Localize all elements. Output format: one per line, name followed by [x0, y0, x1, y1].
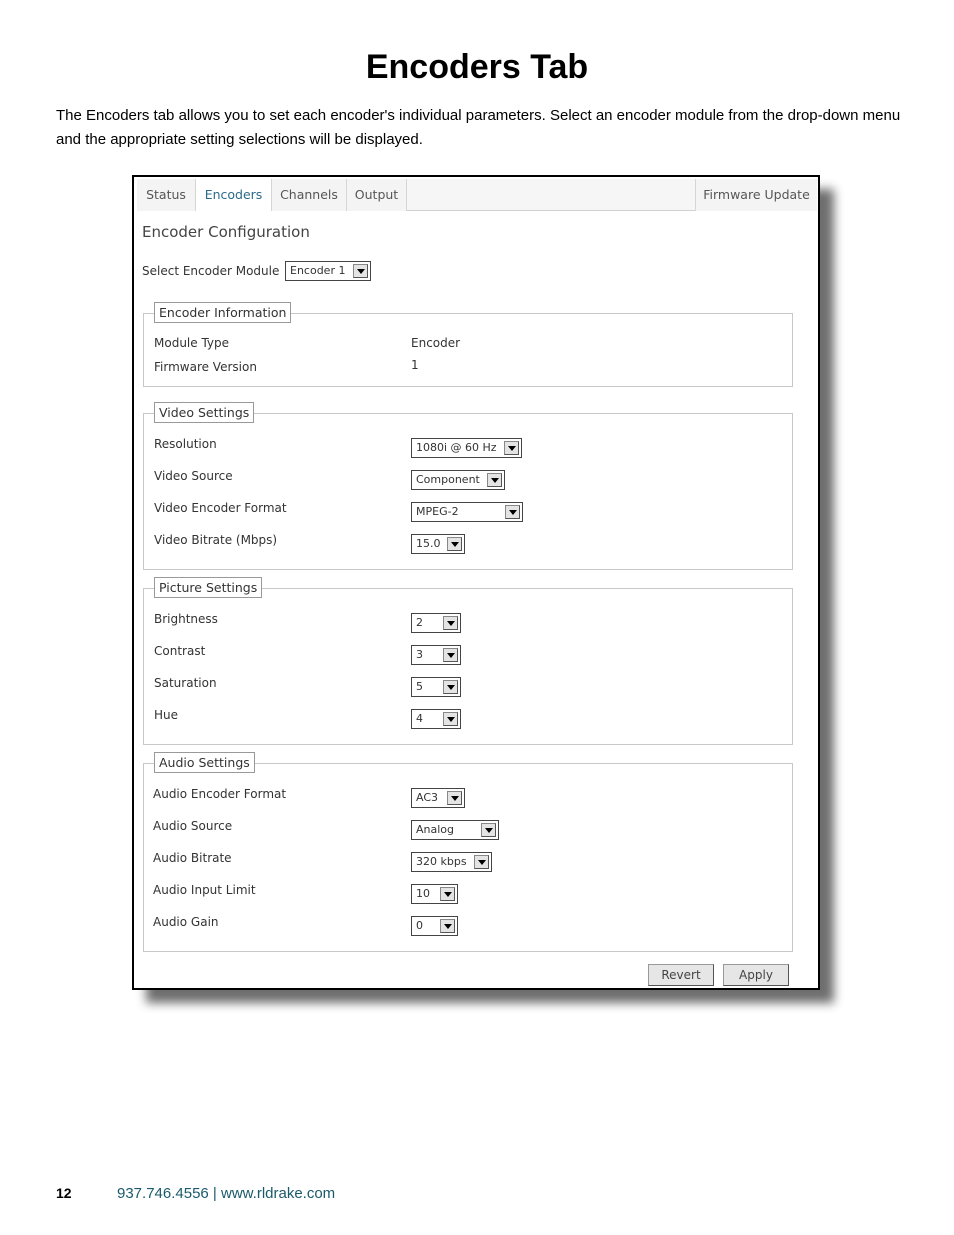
- video-encoder-format-select[interactable]: MPEG-2: [411, 502, 523, 522]
- saturation-label: Saturation: [154, 676, 217, 690]
- hue-select[interactable]: 4: [411, 709, 461, 729]
- apply-button[interactable]: Apply: [723, 964, 789, 986]
- hue-label: Hue: [154, 708, 179, 722]
- chevron-down-icon[interactable]: [443, 648, 458, 662]
- brightness-select[interactable]: 2: [411, 613, 461, 633]
- audio-encoder-format-select[interactable]: AC3: [411, 788, 465, 808]
- brightness-select-value: 2: [416, 616, 423, 629]
- audio-settings-legend: Audio Settings: [154, 752, 255, 773]
- audio-bitrate-select[interactable]: 320 kbps: [411, 852, 492, 872]
- chevron-down-icon[interactable]: [487, 473, 502, 487]
- chevron-down-icon[interactable]: [505, 505, 520, 519]
- encoder-information-legend: Encoder Information: [154, 302, 292, 323]
- screenshot-frame: Status Encoders Channels Output Firmware…: [132, 175, 820, 990]
- audio-bitrate-label: Audio Bitrate: [153, 851, 232, 865]
- contrast-select-value: 3: [416, 648, 423, 661]
- audio-gain-select-value: 0: [416, 919, 423, 932]
- tab-bar: Status Encoders Channels Output Firmware…: [137, 179, 817, 211]
- encoder-module-select[interactable]: Encoder 1: [285, 261, 371, 281]
- chevron-down-icon[interactable]: [440, 919, 455, 933]
- page-number: 12: [56, 1185, 72, 1201]
- video-source-select-value: Component: [416, 473, 480, 486]
- chevron-down-icon[interactable]: [447, 537, 462, 551]
- audio-input-limit-select[interactable]: 10: [411, 884, 458, 904]
- picture-settings-group: Picture Settings Brightness 2 Contrast 3…: [143, 577, 793, 745]
- chevron-down-icon[interactable]: [443, 680, 458, 694]
- chevron-down-icon[interactable]: [504, 441, 519, 455]
- audio-input-limit-select-value: 10: [416, 887, 430, 900]
- resolution-label: Resolution: [154, 437, 217, 451]
- footer-contact: 937.746.4556 | www.rldrake.com: [117, 1185, 336, 1202]
- video-encoder-format-select-value: MPEG-2: [416, 505, 459, 518]
- chevron-down-icon[interactable]: [447, 791, 462, 805]
- video-source-select[interactable]: Component: [411, 470, 505, 490]
- audio-bitrate-select-value: 320 kbps: [416, 855, 467, 868]
- video-bitrate-select[interactable]: 15.0: [411, 534, 465, 554]
- audio-gain-label: Audio Gain: [153, 915, 219, 929]
- select-encoder-module-label: Select Encoder Module: [142, 264, 280, 278]
- video-bitrate-select-value: 15.0: [416, 537, 441, 550]
- audio-source-label: Audio Source: [153, 819, 233, 833]
- tab-firmware-update[interactable]: Firmware Update: [695, 179, 817, 211]
- module-type-value: Encoder: [411, 336, 461, 350]
- resolution-select-value: 1080i @ 60 Hz: [416, 441, 497, 454]
- tab-channels[interactable]: Channels: [272, 179, 347, 211]
- chevron-down-icon[interactable]: [440, 887, 455, 901]
- video-bitrate-label: Video Bitrate (Mbps): [154, 533, 278, 547]
- encoder-configuration-heading: Encoder Configuration: [142, 223, 310, 241]
- audio-gain-select[interactable]: 0: [411, 916, 458, 936]
- tab-encoders[interactable]: Encoders: [196, 179, 272, 211]
- audio-encoder-format-select-value: AC3: [416, 791, 439, 804]
- video-encoder-format-label: Video Encoder Format: [154, 501, 287, 515]
- audio-settings-group: Audio Settings Audio Encoder Format AC3 …: [143, 752, 793, 952]
- module-type-label: Module Type: [154, 336, 230, 350]
- audio-input-limit-label: Audio Input Limit: [153, 883, 256, 897]
- chevron-down-icon[interactable]: [443, 616, 458, 630]
- encoder-information-group: Encoder Information Module Type Encoder …: [143, 302, 793, 387]
- picture-settings-legend: Picture Settings: [154, 577, 263, 598]
- chevron-down-icon[interactable]: [474, 855, 489, 869]
- firmware-version-value: 1: [411, 358, 419, 372]
- chevron-down-icon[interactable]: [443, 712, 458, 726]
- firmware-version-label: Firmware Version: [154, 360, 257, 374]
- intro-paragraph: The Encoders tab allows you to set each …: [56, 107, 901, 148]
- contrast-select[interactable]: 3: [411, 645, 461, 665]
- audio-source-select-value: Analog: [416, 823, 455, 836]
- encoder-module-select-value: Encoder 1: [290, 264, 346, 277]
- contrast-label: Contrast: [154, 644, 206, 658]
- revert-button[interactable]: Revert: [648, 964, 714, 986]
- chevron-down-icon[interactable]: [481, 823, 496, 837]
- chevron-down-icon[interactable]: [353, 264, 368, 278]
- tab-output[interactable]: Output: [347, 179, 407, 211]
- video-source-label: Video Source: [154, 469, 233, 483]
- brightness-label: Brightness: [154, 612, 218, 626]
- saturation-select-value: 5: [416, 680, 423, 693]
- hue-select-value: 4: [416, 712, 423, 725]
- audio-source-select[interactable]: Analog: [411, 820, 499, 840]
- page-title: Encoders Tab: [365, 48, 589, 86]
- resolution-select[interactable]: 1080i @ 60 Hz: [411, 438, 522, 458]
- video-settings-group: Video Settings Resolution 1080i @ 60 Hz …: [143, 402, 793, 570]
- audio-encoder-format-label: Audio Encoder Format: [153, 787, 287, 801]
- video-settings-legend: Video Settings: [154, 402, 255, 423]
- tab-status[interactable]: Status: [137, 179, 196, 211]
- saturation-select[interactable]: 5: [411, 677, 461, 697]
